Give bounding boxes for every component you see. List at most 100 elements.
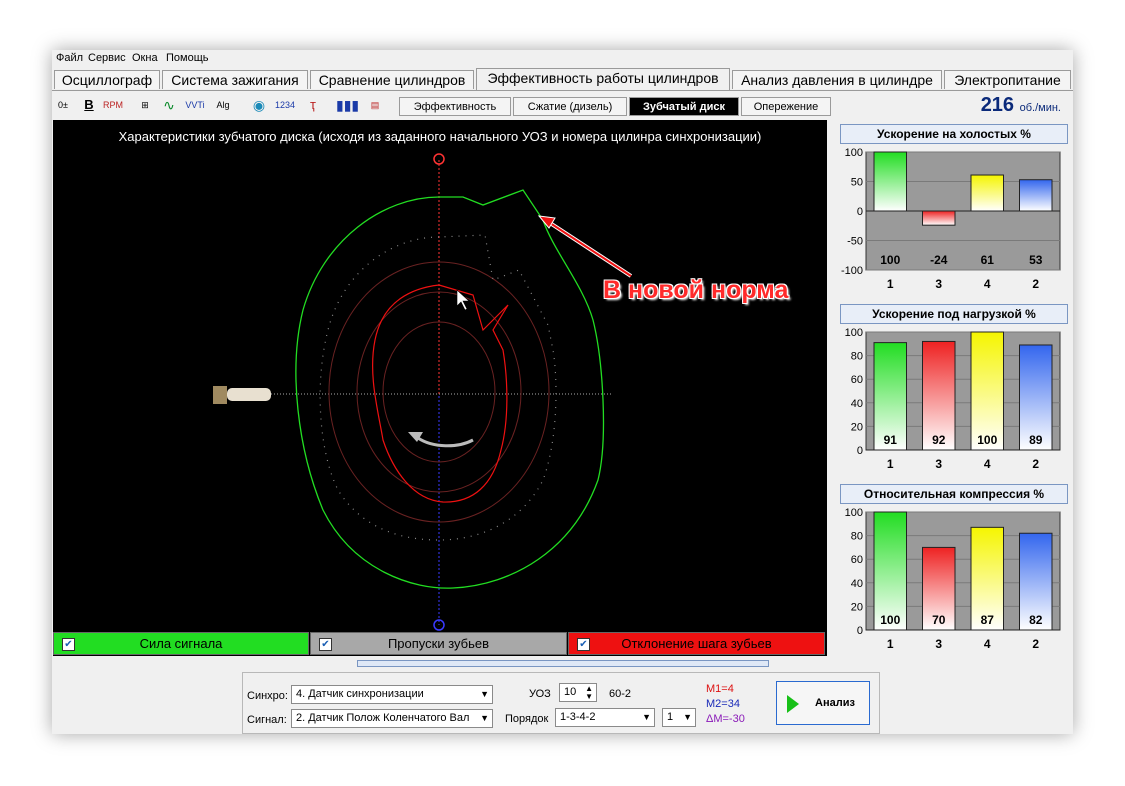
x-category-label: 4 [984, 457, 991, 471]
subtab-tooth-disk[interactable]: Зубчатый диск [629, 97, 739, 116]
signal-strength-curve [295, 189, 605, 589]
splitter-handle[interactable] [357, 660, 769, 667]
teeth-config: 60-2 [609, 688, 632, 700]
x-category-label: 3 [935, 637, 942, 651]
uoz-label: УОЗ [529, 688, 551, 700]
vvti-icon[interactable]: VVTi [184, 94, 206, 116]
tab-ignition[interactable]: Система зажигания [162, 70, 308, 89]
signal-label: Сигнал: [247, 714, 287, 726]
app-window: Файл Сервис Окна Помощь Осциллограф Сист… [52, 50, 1073, 734]
menu-file[interactable]: Файл [56, 52, 83, 64]
bar-value-label: 100 [880, 253, 900, 267]
legend-signal-strength[interactable]: ✔ Сила сигнала [53, 632, 309, 655]
sync-select[interactable]: 4. Датчик синхронизации ▼ [291, 685, 493, 704]
legend-missing-teeth[interactable]: ✔ Пропуски зубьев [310, 632, 567, 655]
bold-b-icon[interactable]: B [78, 94, 100, 116]
order-select[interactable]: 1-3-4-2 ▼ [555, 708, 655, 727]
x-category-label: 1 [887, 457, 894, 471]
main-tabs: Осциллограф Система зажигания Сравнение … [52, 68, 1073, 91]
toolbar: 0± B RPM ⊞ ∿ VVTi Alg ◉ 1234 ҭ ▮▮▮ ▤ Эфф… [52, 92, 1073, 118]
tab-pressure-analysis[interactable]: Анализ давления в цилиндре [732, 70, 942, 89]
menu-windows[interactable]: Окна [132, 52, 158, 64]
menu-service[interactable]: Сервис [88, 52, 126, 64]
subtab-advance[interactable]: Опережение [741, 97, 831, 116]
wave-icon[interactable]: ∿ [158, 94, 180, 116]
y-tick-label: 20 [851, 421, 863, 433]
play-icon [787, 695, 799, 713]
y-tick-label: 40 [851, 578, 863, 590]
y-tick-label: 0 [857, 445, 863, 457]
scale-icon[interactable]: ⊞ [134, 94, 156, 116]
tab-power-supply[interactable]: Электропитание [944, 70, 1071, 89]
y-tick-label: 20 [851, 601, 863, 613]
analyze-button[interactable]: Анализ [776, 681, 870, 725]
tab-oscilloscope[interactable]: Осциллограф [54, 70, 160, 89]
cylinder-select[interactable]: 1 ▼ [662, 708, 696, 727]
chevron-down-icon: ▼ [480, 713, 489, 723]
y-tick-label: 0 [857, 625, 863, 637]
uoz-spinner[interactable]: 10 ▲ ▼ [559, 683, 597, 702]
cylinder-select-value: 1 [667, 711, 674, 723]
bars-icon[interactable]: ▮▮▮ [336, 94, 359, 116]
checkbox-missing-teeth[interactable]: ✔ [319, 638, 332, 651]
x-category-label: 2 [1032, 277, 1039, 291]
x-category-label: 2 [1032, 637, 1039, 651]
y-tick-label: 60 [851, 374, 863, 386]
chevron-down-icon: ▼ [480, 689, 489, 699]
y-tick-label: -50 [847, 236, 863, 248]
chart-compression: 100 80 60 40 20 0 100 1 70 3 87 4 82 2 [838, 506, 1066, 656]
bar-cyl-2 [1019, 179, 1053, 212]
y-tick-label: 80 [851, 531, 863, 543]
sync-select-value: 4. Датчик синхронизации [296, 688, 424, 700]
sensor-bolt-head [213, 386, 227, 404]
bar-value-label: 53 [1029, 253, 1043, 267]
bar-value-label: 100 [977, 433, 997, 447]
legend-tooth-deviation-label: Отклонение шага зубьев [621, 636, 772, 651]
order-icon[interactable]: 1234 [274, 94, 296, 116]
x-category-label: 3 [935, 277, 942, 291]
y-tick-label: 80 [851, 351, 863, 363]
subtab-compression-diesel[interactable]: Сжатие (дизель) [513, 97, 627, 116]
legend-signal-strength-label: Сила сигнала [139, 636, 223, 651]
chevron-down-icon: ▼ [642, 712, 651, 722]
top-marker [433, 153, 445, 165]
alg-icon[interactable]: Alg [212, 94, 234, 116]
legend-tooth-deviation[interactable]: ✔ Отклонение шага зубьев [568, 632, 825, 655]
signal-select-value: 2. Датчик Полож Коленчатого Вал [296, 712, 470, 724]
bar-value-label: 82 [1029, 613, 1043, 627]
bar-value-label: 91 [884, 433, 898, 447]
signal-select[interactable]: 2. Датчик Полож Коленчатого Вал ▼ [291, 709, 493, 728]
x-category-label: 2 [1032, 457, 1039, 471]
chart-idle-accel: 100 50 0 -50 -100 100 1 -24 3 61 4 53 2 [838, 146, 1066, 296]
polar-chart-svg [213, 153, 633, 631]
rpm-icon[interactable]: RPM [102, 94, 124, 116]
doc-icon[interactable]: ▤ [364, 94, 386, 116]
chart-title-idle-accel: Ускорение на холостых % [840, 124, 1068, 144]
annotation-label: В новой норма [603, 276, 789, 304]
annotation-arrow [546, 220, 632, 277]
subtab-efficiency[interactable]: Эффективность [399, 97, 511, 116]
rpm-unit: об./мин. [1019, 102, 1061, 114]
bar-cyl-4 [970, 174, 1004, 212]
rpm-readout: 216 об./мин. [981, 94, 1061, 117]
uoz-value: 10 [564, 686, 577, 698]
sensor-icon[interactable]: ◉ [248, 94, 270, 116]
chart-load-accel: 100 80 60 40 20 0 91 1 92 3 100 4 89 2 [838, 326, 1066, 476]
tab-cylinder-compare[interactable]: Сравнение цилиндров [310, 70, 474, 89]
menu-help[interactable]: Помощь [166, 52, 209, 64]
order-label: Порядок [505, 713, 549, 725]
checkbox-signal-strength[interactable]: ✔ [62, 638, 75, 651]
tab-cylinder-efficiency[interactable]: Эффективность работы цилиндров [476, 68, 730, 90]
chart-title-load-accel: Ускорение под нагрузкой % [840, 304, 1068, 324]
y-tick-label: 0 [857, 206, 863, 218]
sync-label: Синхро: [247, 690, 288, 702]
y-tick-label: 60 [851, 554, 863, 566]
filter-icon[interactable]: ҭ [302, 94, 324, 116]
zero-icon[interactable]: 0± [52, 94, 74, 116]
rpm-value: 216 [980, 94, 1015, 116]
y-tick-label: 100 [845, 147, 863, 159]
checkbox-tooth-deviation[interactable]: ✔ [577, 638, 590, 651]
x-category-label: 4 [984, 637, 991, 651]
y-tick-label: 100 [845, 507, 863, 519]
spin-arrows-icon[interactable]: ▲ ▼ [585, 685, 593, 701]
